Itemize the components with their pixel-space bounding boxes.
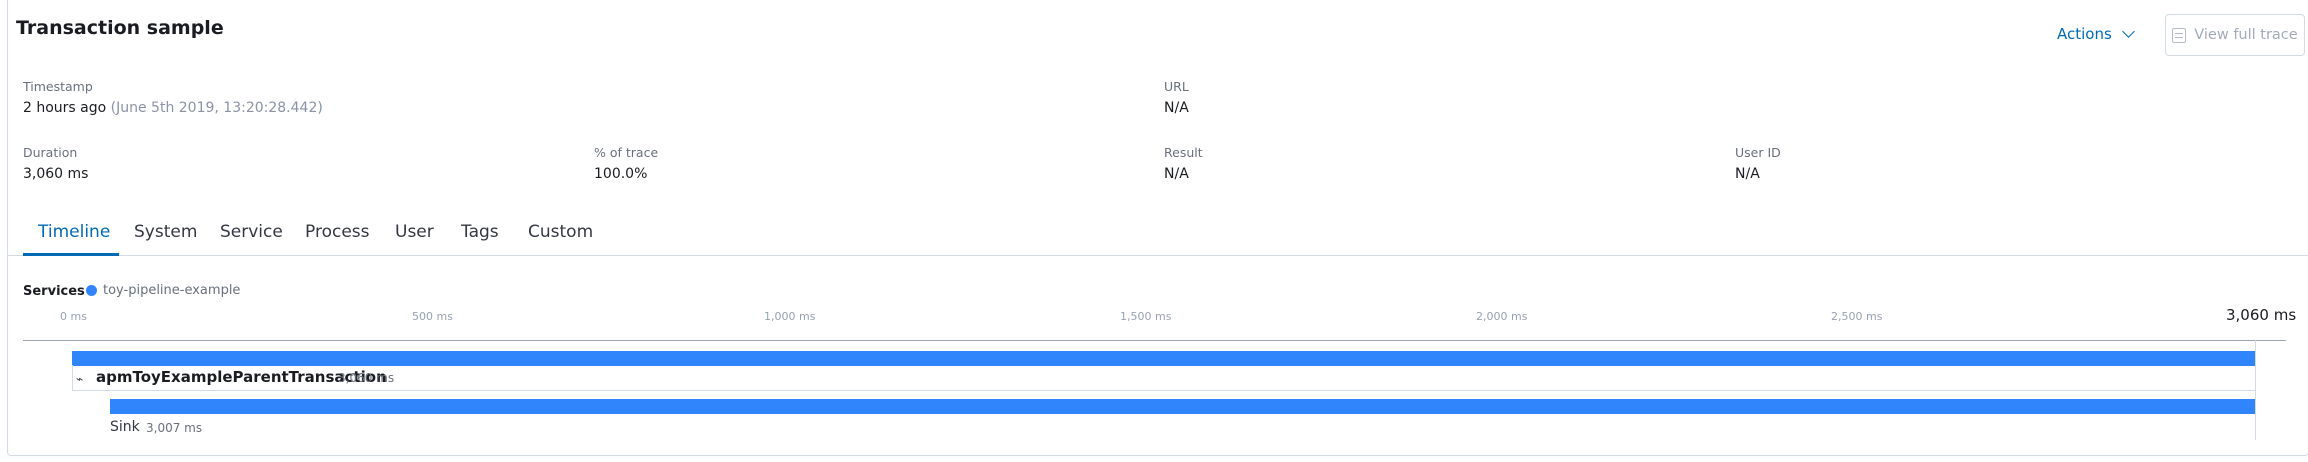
legend-dot [86,285,97,296]
active-tab-indicator [23,253,119,256]
tab-custom[interactable]: Custom [528,222,593,242]
timeline-axis [23,340,2286,341]
row-separator [72,390,2255,391]
tab-tags[interactable]: Tags [461,222,499,242]
user-id-label: User ID [1735,145,1781,160]
page-title: Transaction sample [16,17,224,39]
tab-timeline[interactable]: Timeline [38,222,110,242]
axis-tick-label: 1,000 ms [764,310,816,323]
percent-of-trace-value: 100.0% [594,166,648,182]
timestamp-absolute: (June 5th 2019, 13:20:28.442) [110,100,323,116]
actions-button[interactable]: Actions [2057,25,2135,43]
view-full-trace-button[interactable]: View full trace [2165,14,2305,56]
tab-system[interactable]: System [134,222,197,242]
axis-end-label: 3,060 ms [2226,306,2297,324]
user-id-value: N/A [1735,166,1760,182]
timestamp-relative: 2 hours ago [23,100,107,116]
view-full-trace-label: View full trace [2194,27,2298,43]
services-label: Services [23,284,85,299]
percent-of-trace-label: % of trace [594,145,659,160]
axis-tick-label: 1,500 ms [1120,310,1172,323]
legend-service-name: toy-pipeline-example [103,283,241,298]
tab-service[interactable]: Service [220,222,283,242]
chevron-down-icon [2121,25,2135,38]
transaction-bar[interactable] [72,351,2255,366]
url-label: URL [1164,79,1189,94]
axis-tick-label: 0 ms [60,310,87,323]
span-name[interactable]: Sink [110,419,140,435]
axis-tick-label: 2,000 ms [1476,310,1528,323]
url-value: N/A [1164,100,1189,116]
row-border [72,365,73,391]
span-bar[interactable] [109,399,2255,414]
transaction-icon: ⌁ [76,372,84,386]
transaction-duration: 3,060 ms [338,371,395,385]
tabs-divider [7,255,2308,256]
tab-user[interactable]: User [395,222,434,242]
result-value: N/A [1164,166,1189,182]
timeline-end-line [2255,340,2256,440]
axis-tick-label: 2,500 ms [1831,310,1883,323]
axis-tick-label: 500 ms [412,310,453,323]
span-duration: 3,007 ms [146,421,203,435]
duration-value: 3,060 ms [23,166,89,182]
tab-process[interactable]: Process [305,222,370,242]
duration-label: Duration [23,145,78,160]
timestamp-value: 2 hours ago (June 5th 2019, 13:20:28.442… [23,100,323,116]
timestamp-label: Timestamp [23,79,93,94]
result-label: Result [1164,145,1203,160]
actions-label: Actions [2057,25,2112,43]
document-icon [2172,27,2187,43]
